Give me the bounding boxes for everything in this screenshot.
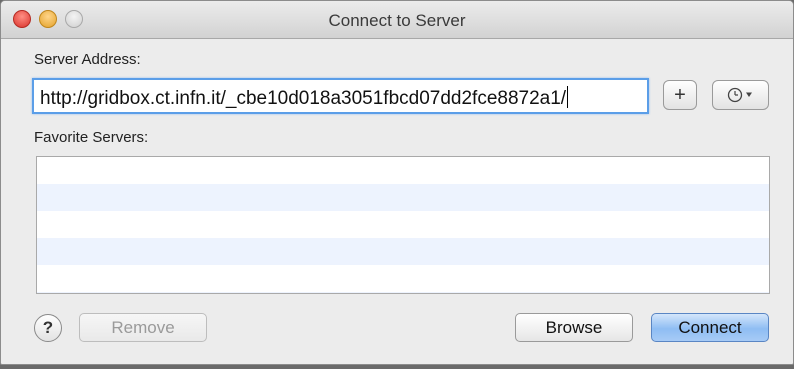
- list-row: [37, 184, 769, 211]
- recent-servers-button[interactable]: [712, 80, 769, 110]
- remove-button-label: Remove: [111, 317, 175, 337]
- browse-button[interactable]: Browse: [515, 313, 633, 342]
- clock-icon: [727, 87, 752, 103]
- help-button[interactable]: ?: [34, 314, 62, 342]
- favorite-servers-label: Favorite Servers:: [34, 129, 149, 146]
- favorite-servers-list[interactable]: [36, 156, 770, 294]
- list-row: [37, 157, 769, 184]
- text-caret: [567, 86, 569, 108]
- plus-icon: +: [674, 83, 686, 106]
- list-row: [37, 292, 769, 293]
- question-mark-icon: ?: [42, 318, 54, 337]
- server-address-label: Server Address:: [34, 51, 141, 68]
- window-title: Connect to Server: [328, 11, 466, 30]
- connect-button[interactable]: Connect: [651, 313, 769, 342]
- connect-to-server-window: Connect to Server Server Address: http:/…: [0, 0, 794, 365]
- connect-button-label: Connect: [678, 317, 742, 337]
- remove-button[interactable]: Remove: [79, 313, 207, 342]
- list-row: [37, 211, 769, 238]
- browse-button-label: Browse: [545, 317, 603, 337]
- add-to-favorites-button[interactable]: +: [663, 80, 697, 110]
- title-bar: Connect to Server: [1, 1, 793, 39]
- server-address-value: http://gridbox.ct.infn.it/_cbe10d018a305…: [40, 88, 567, 109]
- list-row: [37, 265, 769, 292]
- list-row: [37, 238, 769, 265]
- server-address-input[interactable]: http://gridbox.ct.infn.it/_cbe10d018a305…: [32, 78, 649, 114]
